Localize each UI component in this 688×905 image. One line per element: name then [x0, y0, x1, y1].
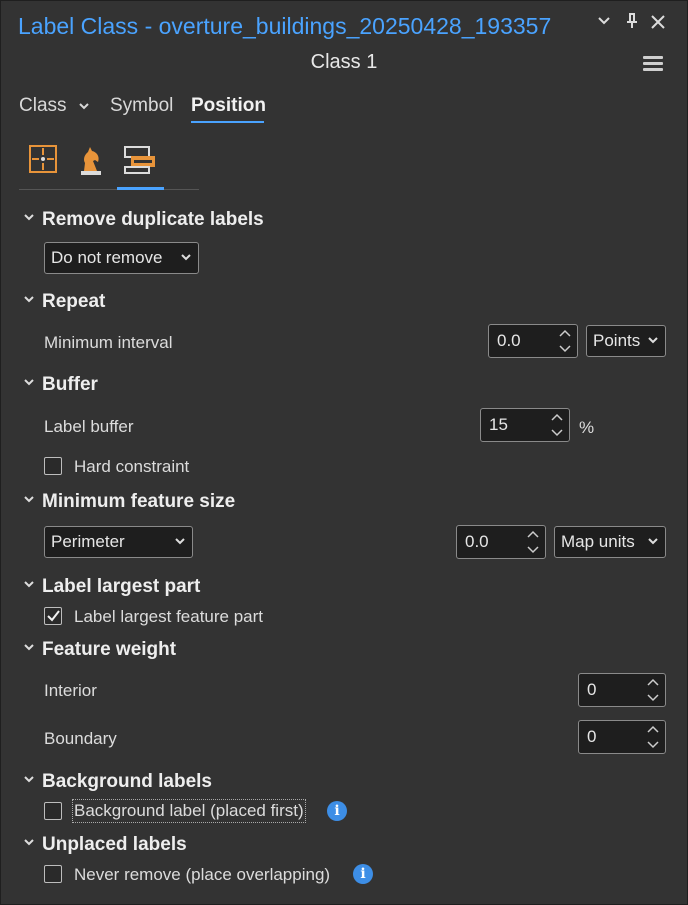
section-title: Buffer [42, 374, 98, 395]
hard-constraint-checkbox[interactable] [44, 457, 62, 475]
section-title: Minimum feature size [42, 491, 236, 512]
section-minimum-feature-size[interactable]: Minimum feature size [24, 491, 235, 513]
class-name: Class 1 [310, 51, 378, 73]
section-title: Unplaced labels [42, 834, 187, 855]
interior-weight-input[interactable]: 0 [578, 673, 666, 707]
section-label-largest-part[interactable]: Label largest part [24, 576, 200, 598]
section-title: Background labels [42, 771, 212, 792]
boundary-weight-input[interactable]: 0 [578, 720, 666, 754]
pane-title: Label Class - overture_buildings_2025042… [18, 13, 552, 39]
section-feature-weight[interactable]: Feature weight [24, 639, 176, 661]
minimum-interval-label: Minimum interval [44, 333, 173, 352]
background-label-label[interactable]: Background label (placed first) [72, 799, 306, 823]
input-value: 0.0 [497, 331, 521, 350]
subtab-divider [19, 189, 199, 190]
chevron-down-icon[interactable] [596, 13, 612, 34]
section-title: Label largest part [42, 576, 201, 597]
chevron-down-icon [181, 254, 191, 261]
chevron-down-icon [175, 538, 185, 545]
dropdown-value: Points [593, 331, 641, 350]
spin-down-icon[interactable] [559, 345, 571, 353]
spin-up-icon[interactable] [647, 725, 659, 733]
tab-symbol[interactable]: Symbol [110, 95, 173, 117]
section-title: Feature weight [42, 639, 177, 660]
spin-up-icon[interactable] [647, 678, 659, 686]
input-value: 0 [587, 680, 597, 699]
label-largest-part-checkbox[interactable] [44, 607, 62, 625]
chevron-down-icon [24, 581, 34, 588]
label-buffer-label: Label buffer [44, 417, 134, 436]
section-background-labels[interactable]: Background labels [24, 771, 212, 793]
menu-icon[interactable] [643, 53, 663, 74]
conflict-resolution-icon[interactable] [123, 143, 157, 177]
info-icon[interactable]: i [327, 801, 347, 821]
chevron-down-icon [24, 839, 34, 846]
checkmark-icon [47, 610, 60, 622]
input-value: 0 [587, 727, 597, 746]
feature-size-mode-dropdown[interactable]: Perimeter [44, 526, 193, 558]
feature-size-input[interactable]: 0.0 [456, 525, 546, 559]
section-buffer[interactable]: Buffer [24, 374, 98, 396]
tab-class-label: Class [19, 95, 67, 116]
info-icon[interactable]: i [353, 864, 373, 884]
chevron-down-icon [648, 337, 658, 344]
chevron-down-icon [648, 538, 658, 545]
never-remove-checkbox[interactable] [44, 865, 62, 883]
label-buffer-input[interactable]: 15 [480, 408, 570, 442]
chevron-down-icon [24, 644, 34, 651]
chevron-down-icon [24, 496, 34, 503]
spin-up-icon[interactable] [551, 413, 563, 421]
dropdown-value: Perimeter [51, 532, 125, 551]
chevron-down-icon [24, 379, 34, 386]
label-class-pane: Label Class - overture_buildings_2025042… [0, 0, 688, 905]
active-tab-indicator [191, 121, 264, 123]
chevron-down-icon [24, 214, 34, 221]
never-remove-label[interactable]: Never remove (place overlapping) [74, 865, 330, 885]
section-unplaced-labels[interactable]: Unplaced labels [24, 834, 187, 856]
section-repeat[interactable]: Repeat [24, 291, 105, 313]
input-value: 15 [489, 415, 508, 434]
interior-label: Interior [44, 681, 97, 700]
chevron-down-icon [24, 776, 34, 783]
feature-size-unit-dropdown[interactable]: Map units [554, 526, 666, 558]
spin-down-icon[interactable] [647, 741, 659, 749]
buffer-unit: % [579, 418, 595, 437]
close-icon[interactable] [649, 13, 667, 36]
spin-up-icon[interactable] [527, 530, 539, 538]
boundary-label: Boundary [44, 729, 117, 748]
spin-down-icon[interactable] [647, 694, 659, 702]
dropdown-value: Map units [561, 532, 635, 551]
hard-constraint-label[interactable]: Hard constraint [74, 457, 189, 477]
spin-down-icon[interactable] [551, 429, 563, 437]
active-subtab-indicator [117, 187, 164, 190]
spin-down-icon[interactable] [527, 546, 539, 554]
section-title: Remove duplicate labels [42, 209, 264, 230]
chevron-down-icon [79, 103, 89, 110]
section-title: Repeat [42, 291, 106, 312]
repeat-unit-dropdown[interactable]: Points [586, 325, 666, 357]
remove-duplicates-dropdown[interactable]: Do not remove [44, 242, 199, 274]
placement-icon[interactable] [27, 143, 61, 177]
label-largest-part-label[interactable]: Label largest feature part [74, 607, 263, 627]
pin-icon[interactable] [625, 13, 639, 34]
section-remove-duplicates[interactable]: Remove duplicate labels [24, 209, 264, 231]
dropdown-value: Do not remove [51, 248, 163, 267]
tab-class[interactable]: Class [19, 95, 90, 117]
chess-knight-icon[interactable] [75, 143, 109, 177]
input-value: 0.0 [465, 532, 489, 551]
chevron-down-icon [24, 296, 34, 303]
tab-position[interactable]: Position [191, 95, 266, 117]
spin-up-icon[interactable] [559, 329, 571, 337]
minimum-interval-input[interactable]: 0.0 [488, 324, 578, 358]
background-label-checkbox[interactable] [44, 802, 62, 820]
title-bar: Label Class - overture_buildings_2025042… [1, 1, 687, 51]
